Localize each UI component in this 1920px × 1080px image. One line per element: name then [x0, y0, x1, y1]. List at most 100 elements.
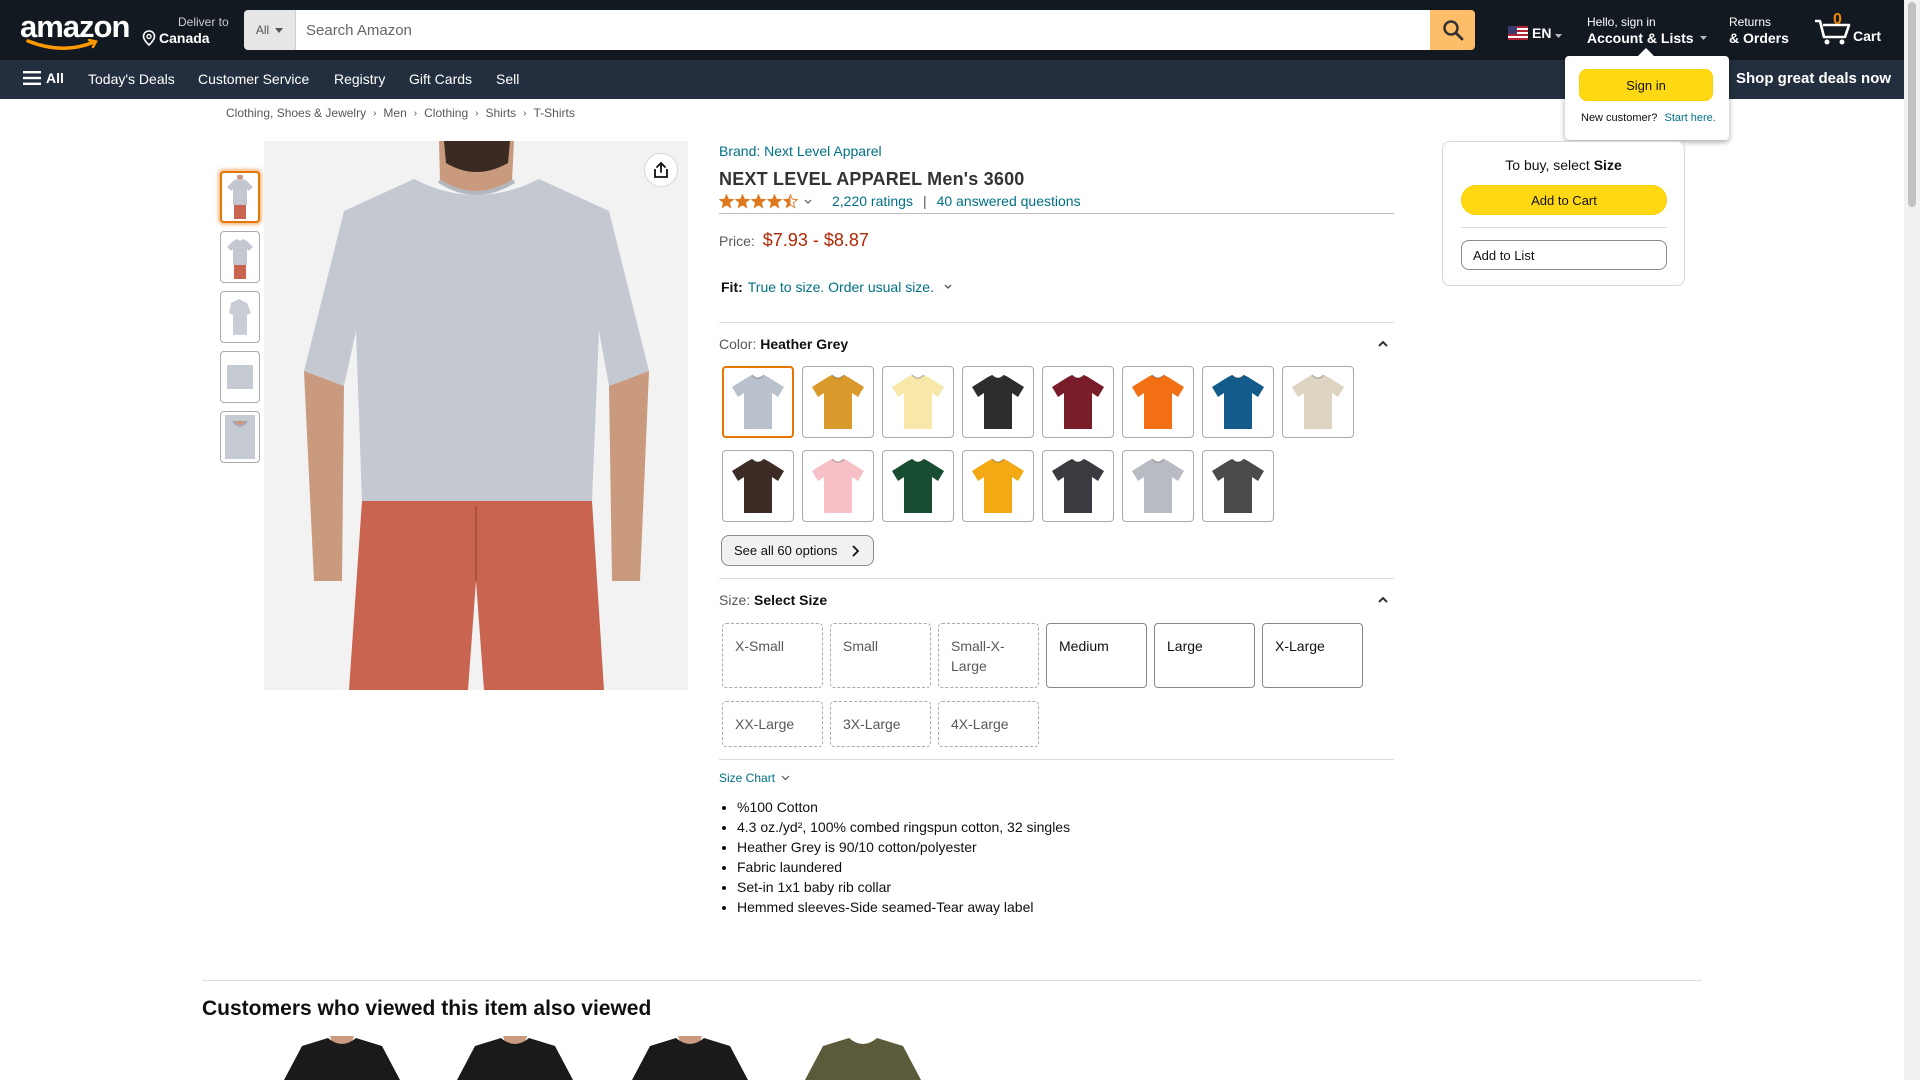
color-swatch[interactable]	[1202, 450, 1274, 522]
color-swatch[interactable]	[802, 450, 874, 522]
add-to-cart-button[interactable]: Add to Cart	[1461, 185, 1667, 215]
feature-bullet: Heather Grey is 90/10 cotton/polyester	[737, 837, 1070, 857]
thumbnail-image[interactable]	[220, 411, 260, 463]
breadcrumb-item[interactable]: Shirts	[485, 106, 516, 120]
breadcrumb-item[interactable]: Men	[383, 106, 406, 120]
chevron-up-icon[interactable]	[1377, 338, 1389, 350]
search-button[interactable]	[1430, 10, 1475, 50]
sign-in-label: Sign in	[1626, 77, 1666, 93]
size-option-label: X-Small	[735, 638, 785, 654]
tshirt-icon	[972, 374, 1024, 429]
color-swatch[interactable]	[1122, 450, 1194, 522]
returns-orders[interactable]: Returns & Orders	[1729, 15, 1789, 47]
nav-sell[interactable]: Sell	[496, 71, 519, 87]
thumbnail-image[interactable]	[220, 171, 260, 223]
color-swatch[interactable]	[962, 450, 1034, 522]
amazon-logo[interactable]: amazon	[20, 9, 130, 50]
color-swatch[interactable]	[1042, 366, 1114, 438]
breadcrumb-item[interactable]: Clothing, Shoes & Jewelry	[226, 106, 366, 120]
add-to-list-label: Add to List	[1473, 247, 1535, 263]
all-menu-label: All	[46, 70, 64, 86]
chevron-right-icon: ›	[523, 107, 527, 119]
size-option-label: Small-X-Large	[951, 638, 1005, 674]
language-selector[interactable]: EN	[1508, 25, 1563, 41]
also-viewed-product[interactable]	[455, 1036, 575, 1080]
color-swatch[interactable]	[1042, 450, 1114, 522]
color-swatch[interactable]	[722, 366, 794, 438]
new-customer-label: New customer?	[1581, 112, 1658, 124]
size-option[interactable]: 4X-Large	[938, 701, 1039, 747]
all-menu-button[interactable]: All	[23, 70, 64, 86]
feature-bullet: %100 Cotton	[737, 797, 1070, 817]
chevron-up-icon[interactable]	[1377, 594, 1389, 606]
star-rating[interactable]	[719, 193, 798, 209]
tshirt-icon	[1132, 374, 1184, 429]
star-icon	[767, 193, 782, 208]
size-option[interactable]: Large	[1154, 623, 1255, 688]
color-swatch[interactable]	[722, 450, 794, 522]
see-all-options-button[interactable]: See all 60 options	[721, 535, 874, 566]
color-swatch[interactable]	[1202, 366, 1274, 438]
divider	[719, 759, 1394, 760]
product-title: NEXT LEVEL APPAREL Men's 3600	[719, 169, 1025, 189]
color-swatch[interactable]	[882, 450, 954, 522]
thumbnail-image[interactable]	[220, 291, 260, 343]
location-pin-icon	[142, 30, 156, 46]
also-viewed-product[interactable]	[282, 1036, 402, 1080]
nav-registry[interactable]: Registry	[334, 71, 385, 87]
sign-in-flyout: Sign in New customer? Start here.	[1565, 48, 1729, 140]
size-option[interactable]: X-Small	[722, 623, 823, 688]
add-to-list-button[interactable]: Add to List	[1461, 240, 1667, 270]
chevron-down-icon[interactable]	[804, 199, 812, 204]
deliver-to[interactable]: Deliver to Canada	[142, 15, 229, 47]
size-option-label: Medium	[1059, 638, 1109, 654]
scrollbar-thumb[interactable]	[1908, 2, 1916, 207]
color-swatch[interactable]	[882, 366, 954, 438]
brand-link[interactable]: Brand: Next Level Apparel	[719, 143, 882, 159]
size-chart-link[interactable]: Size Chart	[719, 771, 790, 785]
also-viewed-product[interactable]	[630, 1036, 750, 1080]
feature-bullets: %100 Cotton 4.3 oz./yd², 100% combed rin…	[737, 797, 1070, 917]
thumbnail-image[interactable]	[220, 351, 260, 403]
size-option[interactable]: Small	[830, 623, 931, 688]
fit-value-link[interactable]: True to size. Order usual size.	[748, 279, 934, 295]
logo-text: amazon	[20, 9, 130, 44]
page-scrollbar[interactable]	[1904, 0, 1920, 1080]
also-viewed-product[interactable]	[803, 1036, 923, 1080]
nav-gift-cards[interactable]: Gift Cards	[409, 71, 472, 87]
returns-line1: Returns	[1729, 15, 1772, 29]
account-lists[interactable]: Hello, sign in Account & Lists	[1587, 15, 1707, 47]
tshirt-icon	[1212, 374, 1264, 429]
start-here-link[interactable]: Start here.	[1664, 112, 1715, 124]
tshirt-product-image	[632, 1036, 748, 1080]
nav-todays-deals[interactable]: Today's Deals	[88, 71, 175, 87]
chevron-down-icon[interactable]	[943, 284, 953, 290]
main-product-image[interactable]	[264, 141, 688, 690]
size-option[interactable]: Medium	[1046, 623, 1147, 688]
size-chart-label: Size Chart	[719, 771, 776, 785]
size-option[interactable]: Small-X-Large	[938, 623, 1039, 688]
color-swatch[interactable]	[1122, 366, 1194, 438]
nav-customer-service[interactable]: Customer Service	[198, 71, 309, 87]
cart-button[interactable]: 0 Cart	[1812, 11, 1892, 48]
sign-in-button[interactable]: Sign in	[1579, 69, 1713, 101]
questions-link[interactable]: 40 answered questions	[937, 193, 1081, 209]
ratings-count-link[interactable]: 2,220 ratings	[832, 193, 913, 209]
color-swatch[interactable]	[962, 366, 1034, 438]
size-option[interactable]: XX-Large	[722, 701, 823, 747]
tshirt-thumb-icon	[227, 239, 253, 279]
size-option[interactable]: X-Large	[1262, 623, 1363, 688]
search-input[interactable]	[296, 10, 1430, 50]
size-option-label: 3X-Large	[843, 716, 901, 732]
color-swatch[interactable]	[1282, 366, 1354, 438]
size-option[interactable]: 3X-Large	[830, 701, 931, 747]
buybox-prompt-bold: Size	[1593, 157, 1622, 173]
thumbnail-image[interactable]	[220, 231, 260, 283]
breadcrumb-item[interactable]: Clothing	[424, 106, 468, 120]
color-value: Heather Grey	[760, 336, 849, 352]
search-category-dropdown[interactable]: All	[244, 10, 296, 50]
breadcrumb-item[interactable]: T-Shirts	[534, 106, 575, 120]
promo-banner[interactable]: Shop great deals now	[1736, 70, 1891, 87]
color-swatch[interactable]	[802, 366, 874, 438]
share-button[interactable]	[644, 153, 678, 187]
